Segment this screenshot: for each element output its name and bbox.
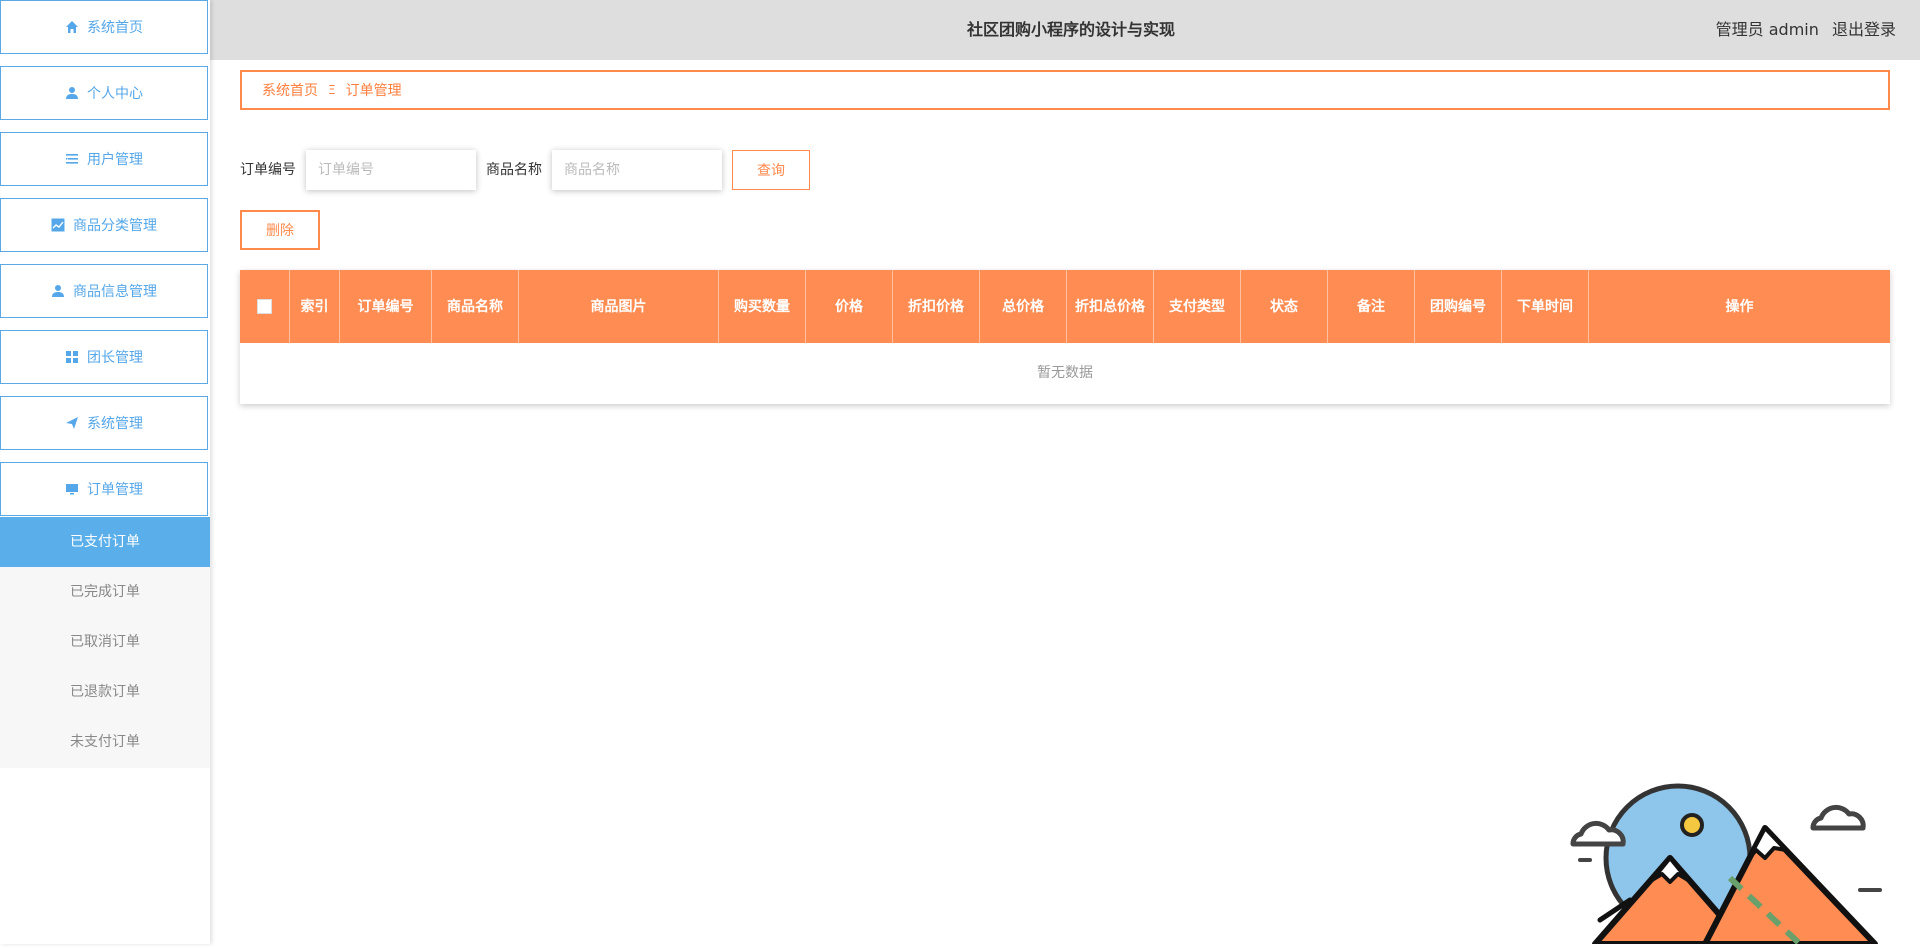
query-button[interactable]: 查询 xyxy=(732,150,810,190)
sidebar-item-system[interactable]: 系统管理 xyxy=(0,396,208,450)
user-area: 管理员 admin 退出登录 xyxy=(1708,0,1896,60)
sidebar-item-product-info[interactable]: 商品信息管理 xyxy=(0,264,208,318)
order-no-label: 订单编号 xyxy=(240,162,296,178)
sidebar-item-label: 团长管理 xyxy=(87,350,143,366)
sidebar-item-profile[interactable]: 个人中心 xyxy=(0,66,208,120)
column-header: 价格 xyxy=(806,270,893,343)
column-header: 支付类型 xyxy=(1154,270,1241,343)
sidebar-item-label: 订单管理 xyxy=(87,482,143,498)
orders-table: 索引 订单编号 商品名称 商品图片 购买数量 价格 折扣价格 总价格 折扣总价格… xyxy=(240,270,1890,404)
sidebar-item-label: 用户管理 xyxy=(87,152,143,168)
chart-icon xyxy=(51,218,65,232)
submenu-item-refunded[interactable]: 已退款订单 xyxy=(0,667,210,717)
submenu-item-cancelled[interactable]: 已取消订单 xyxy=(0,617,210,667)
column-header: 商品图片 xyxy=(519,270,719,343)
submenu-item-completed[interactable]: 已完成订单 xyxy=(0,567,210,617)
product-name-label: 商品名称 xyxy=(486,162,542,178)
product-name-input[interactable] xyxy=(552,150,722,190)
admin-label: 管理员 admin xyxy=(1715,20,1819,39)
column-header: 下单时间 xyxy=(1502,270,1589,343)
send-icon xyxy=(65,416,79,430)
sidebar-item-users[interactable]: 用户管理 xyxy=(0,132,208,186)
empty-table-message: 暂无数据 xyxy=(1037,365,1093,381)
monitor-icon xyxy=(65,482,79,496)
user-icon xyxy=(65,86,79,100)
user-icon xyxy=(51,284,65,298)
home-icon xyxy=(65,20,79,34)
submenu-item-paid[interactable]: 已支付订单 xyxy=(0,517,210,567)
sidebar-item-label: 个人中心 xyxy=(87,86,143,102)
table-header: 索引 订单编号 商品名称 商品图片 购买数量 价格 折扣价格 总价格 折扣总价格… xyxy=(240,270,1890,343)
sidebar-item-category[interactable]: 商品分类管理 xyxy=(0,198,208,252)
column-header: 索引 xyxy=(290,270,340,343)
list-icon xyxy=(65,152,79,166)
column-header: 团购编号 xyxy=(1415,270,1502,343)
app-title: 社区团购小程序的设计与实现 xyxy=(967,20,1176,39)
order-submenu: 已支付订单 已完成订单 已取消订单 已退款订单 未支付订单 xyxy=(0,517,210,768)
column-header: 备注 xyxy=(1328,270,1415,343)
submenu-item-unpaid[interactable]: 未支付订单 xyxy=(0,717,210,767)
top-header: 社区团购小程序的设计与实现 管理员 admin 退出登录 xyxy=(210,0,1920,60)
sidebar-item-orders[interactable]: 订单管理 xyxy=(0,462,208,516)
sidebar-item-label: 系统管理 xyxy=(87,416,143,432)
sidebar-item-label: 商品信息管理 xyxy=(73,284,157,300)
order-no-input[interactable] xyxy=(306,150,476,190)
mountain-illustration xyxy=(1560,770,1920,947)
grid-icon xyxy=(65,350,79,364)
column-header: 总价格 xyxy=(980,270,1067,343)
column-header: 订单编号 xyxy=(340,270,432,343)
column-header: 操作 xyxy=(1725,298,1754,315)
breadcrumb: 系统首页 Ξ 订单管理 xyxy=(240,70,1890,110)
sidebar: 系统首页 个人中心 用户管理 商品分类管理 商品信息管理 团长管理 系统管理 订… xyxy=(0,0,210,944)
sidebar-item-home[interactable]: 系统首页 xyxy=(0,0,208,54)
mountain-sun-icon xyxy=(1570,783,1882,947)
select-all-checkbox[interactable] xyxy=(257,299,272,314)
select-all-cell xyxy=(240,270,290,343)
breadcrumb-separator-icon: Ξ xyxy=(328,83,336,97)
logout-link[interactable]: 退出登录 xyxy=(1832,20,1896,39)
sidebar-item-label: 商品分类管理 xyxy=(73,218,157,234)
column-header: 状态 xyxy=(1241,270,1328,343)
column-header: 商品名称 xyxy=(432,270,519,343)
column-header: 折扣总价格 xyxy=(1067,270,1154,343)
breadcrumb-home[interactable]: 系统首页 xyxy=(262,80,318,100)
column-header: 购买数量 xyxy=(719,270,806,343)
sidebar-item-label: 系统首页 xyxy=(87,20,143,36)
delete-button[interactable]: 删除 xyxy=(240,210,320,250)
sidebar-item-leader[interactable]: 团长管理 xyxy=(0,330,208,384)
column-header: 折扣价格 xyxy=(893,270,980,343)
breadcrumb-current: 订单管理 xyxy=(345,83,402,99)
